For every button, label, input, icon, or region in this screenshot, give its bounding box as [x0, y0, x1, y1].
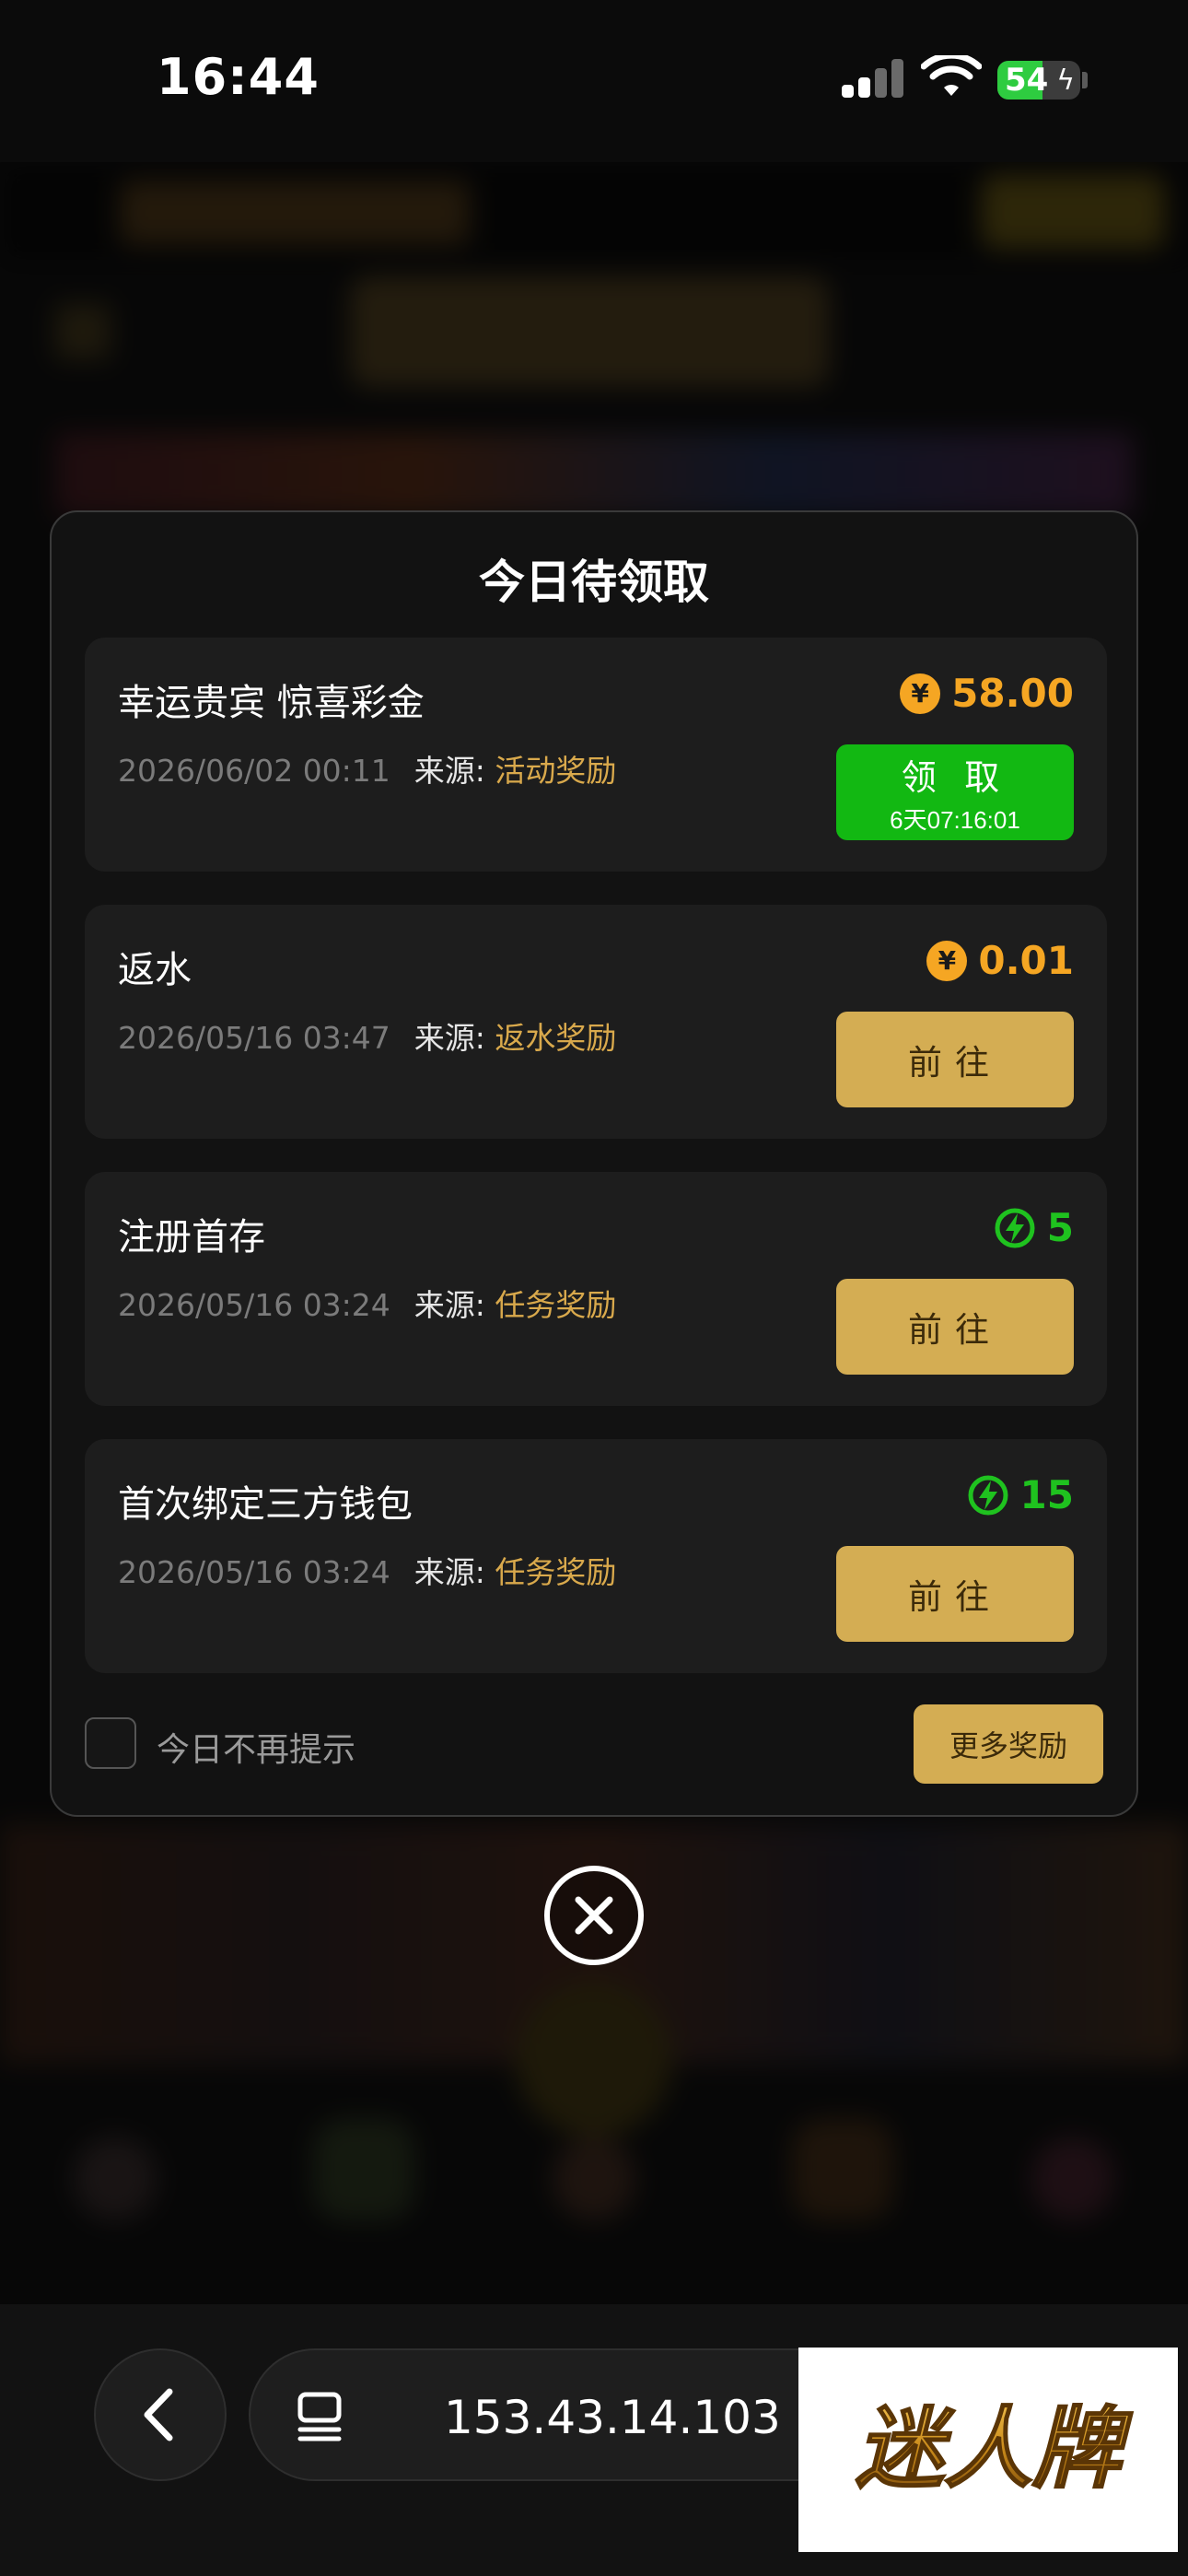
go-button[interactable]: 前往 — [836, 1546, 1074, 1642]
reward-meta: 2026/06/02 00:11 来源: 活动奖励 — [118, 746, 616, 790]
wifi-icon — [921, 55, 982, 96]
url-text: 153.43.14.103 — [444, 2391, 781, 2444]
reward-title: 幸运贵宾 惊喜彩金 — [118, 682, 425, 724]
source-label: 来源: — [413, 1287, 495, 1323]
battery-icon: 54 ϟ — [997, 61, 1080, 100]
claim-button-label: 领 取 — [901, 759, 1009, 798]
svg-text:迷人牌: 迷人牌 — [856, 2397, 1133, 2500]
reward-amount: 15 — [967, 1472, 1074, 1517]
screen: 16:44 54 ϟ 今日待领取 幸运贵宾 惊喜彩金 2026/06/02 00… — [0, 0, 1188, 2576]
reward-amount: ¥ 0.01 — [926, 938, 1074, 983]
cellular-signal-icon — [842, 57, 904, 98]
reward-title: 首次绑定三方钱包 — [118, 1483, 413, 1526]
reward-date: 2026/05/16 03:47 — [118, 1020, 390, 1056]
reward-date: 2026/06/02 00:11 — [118, 753, 390, 789]
reward-title: 注册首存 — [118, 1216, 265, 1259]
reward-meta: 2026/05/16 03:47 来源: 返水奖励 — [118, 1013, 616, 1058]
go-button[interactable]: 前往 — [836, 1279, 1074, 1375]
reward-meta: 2026/05/16 03:24 来源: 任务奖励 — [118, 1548, 616, 1592]
source-label: 来源: — [413, 753, 495, 789]
reward-amount: 5 — [994, 1205, 1074, 1250]
close-icon — [575, 1896, 613, 1935]
watermark-logo-art: 迷人牌 — [855, 2396, 1134, 2501]
reward-value: 15 — [1019, 1472, 1074, 1517]
reward-value: 5 — [1046, 1205, 1074, 1250]
claim-button[interactable]: 领 取 6天07:16:01 — [836, 744, 1074, 840]
reward-card: 首次绑定三方钱包 2026/05/16 03:24 来源: 任务奖励 15 前往 — [85, 1439, 1107, 1673]
dont-show-today-label[interactable]: 今日不再提示 — [157, 1723, 355, 1771]
more-rewards-button[interactable]: 更多奖励 — [914, 1704, 1103, 1784]
energy-bolt-icon — [968, 1475, 1008, 1515]
reward-date: 2026/05/16 03:24 — [118, 1554, 390, 1590]
energy-bolt-icon — [995, 1208, 1035, 1247]
reward-card: 注册首存 2026/05/16 03:24 来源: 任务奖励 5 前往 — [85, 1172, 1107, 1406]
reward-meta: 2026/05/16 03:24 来源: 任务奖励 — [118, 1281, 616, 1325]
battery-nub — [1082, 72, 1088, 88]
reward-value: 0.01 — [978, 938, 1074, 983]
page-menu-icon[interactable] — [293, 2389, 346, 2444]
status-bar: 16:44 54 ϟ — [0, 0, 1188, 162]
reward-source: 任务奖励 — [495, 1287, 617, 1323]
reward-card: 幸运贵宾 惊喜彩金 2026/06/02 00:11 来源: 活动奖励 ¥ 58.… — [85, 638, 1107, 872]
reward-value: 58.00 — [951, 671, 1074, 716]
rewards-modal: 今日待领取 幸运贵宾 惊喜彩金 2026/06/02 00:11 来源: 活动奖励… — [50, 510, 1138, 1817]
charging-bolt-icon: ϟ — [1056, 64, 1075, 97]
modal-title: 今日待领取 — [479, 556, 709, 609]
yuan-coin-icon: ¥ — [926, 940, 968, 981]
battery-percent: 54 — [1005, 62, 1049, 99]
source-label: 来源: — [413, 1020, 495, 1056]
reward-title: 返水 — [118, 949, 192, 991]
reward-source: 任务奖励 — [495, 1554, 617, 1590]
reward-date: 2026/05/16 03:24 — [118, 1287, 390, 1323]
clock: 16:44 — [157, 48, 320, 106]
reward-amount: ¥ 58.00 — [900, 671, 1074, 716]
go-button[interactable]: 前往 — [836, 1012, 1074, 1107]
yuan-coin-icon: ¥ — [900, 673, 941, 714]
claim-countdown: 6天07:16:01 — [890, 806, 1020, 834]
chevron-left-icon — [144, 2388, 173, 2441]
reward-source: 活动奖励 — [495, 753, 617, 789]
watermark-logo: 迷人牌 — [798, 2348, 1178, 2552]
dont-show-today-checkbox[interactable] — [85, 1717, 136, 1769]
source-label: 来源: — [413, 1554, 495, 1590]
close-modal-button[interactable] — [544, 1866, 644, 1965]
reward-source: 返水奖励 — [495, 1020, 617, 1056]
back-button[interactable] — [94, 2348, 227, 2481]
reward-card: 返水 2026/05/16 03:47 来源: 返水奖励 ¥ 0.01 前往 — [85, 905, 1107, 1139]
